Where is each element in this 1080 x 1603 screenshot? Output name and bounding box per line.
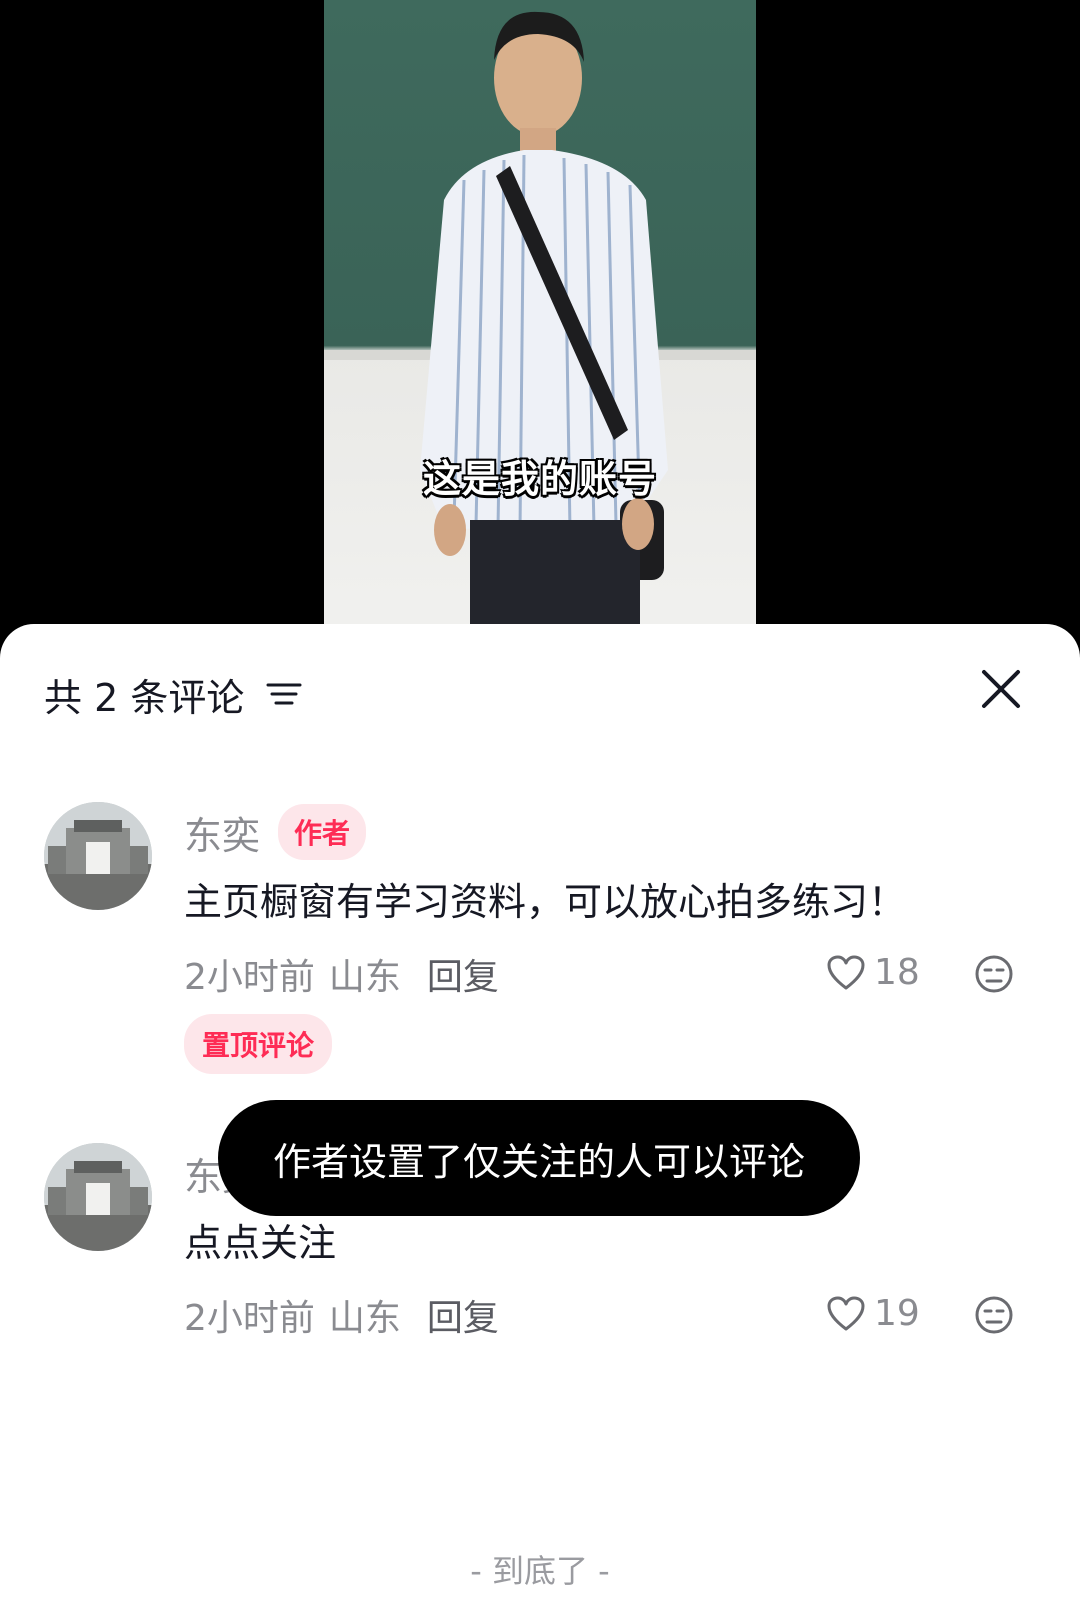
comment-time: 2小时前	[184, 957, 315, 998]
toast-message: 作者设置了仅关注的人可以评论	[218, 1100, 860, 1216]
like-count: 19	[874, 1293, 920, 1334]
video-frame[interactable]: 这是我的账号	[324, 0, 756, 640]
dislike-face-icon[interactable]	[974, 1295, 1014, 1335]
video-caption: 这是我的账号	[422, 457, 657, 501]
heart-icon	[827, 955, 865, 989]
avatar-building-image	[44, 1143, 152, 1251]
comment-text[interactable]: 主页橱窗有学习资料，可以放心拍多练习！	[184, 872, 1044, 932]
reply-button[interactable]: 回复	[427, 1289, 499, 1341]
sort-filter-icon[interactable]	[266, 679, 302, 709]
comment-body: 东奕 作者 主页橱窗有学习资料，可以放心拍多练习！ 2小时前 山东 回复 18	[184, 802, 1044, 1074]
dislike-face-icon[interactable]	[974, 954, 1014, 994]
avatar[interactable]	[44, 802, 152, 910]
comment-meta: 2小时前 山东 回复 19	[184, 1285, 1044, 1345]
avatar-building-image	[44, 802, 152, 910]
comment-region: 山东	[328, 1298, 401, 1339]
like-count: 18	[874, 952, 920, 993]
heart-icon	[827, 1296, 865, 1330]
comment-region: 山东	[328, 957, 401, 998]
like-button[interactable]: 19	[826, 1293, 920, 1334]
close-icon[interactable]	[978, 666, 1024, 712]
pinned-badge: 置顶评论	[184, 1014, 333, 1074]
comment-author[interactable]: 东奕	[184, 805, 260, 860]
video-person-figure	[420, 11, 668, 640]
avatar[interactable]	[44, 1143, 152, 1251]
like-button[interactable]: 18	[826, 952, 920, 993]
author-badge: 作者	[278, 804, 367, 860]
comment-text[interactable]: 点点关注	[184, 1213, 1044, 1273]
video-player[interactable]: 这是我的账号	[0, 0, 1080, 640]
comment-meta: 2小时前 山东 回复 18	[184, 944, 1044, 1004]
reply-button[interactable]: 回复	[427, 948, 499, 1000]
comment-time: 2小时前	[184, 1298, 315, 1339]
comment-count-title: 共 2 条评论	[44, 675, 245, 720]
comment-header: 东奕 作者	[184, 802, 1044, 862]
end-of-list-text: - 到底了 -	[470, 1552, 610, 1590]
screen: 这是我的账号 共 2 条评论 东奕 作者 主页橱窗有学习资料，可以放心拍多练习！…	[0, 0, 1080, 1603]
sheet-header: 共 2 条评论	[44, 664, 302, 724]
